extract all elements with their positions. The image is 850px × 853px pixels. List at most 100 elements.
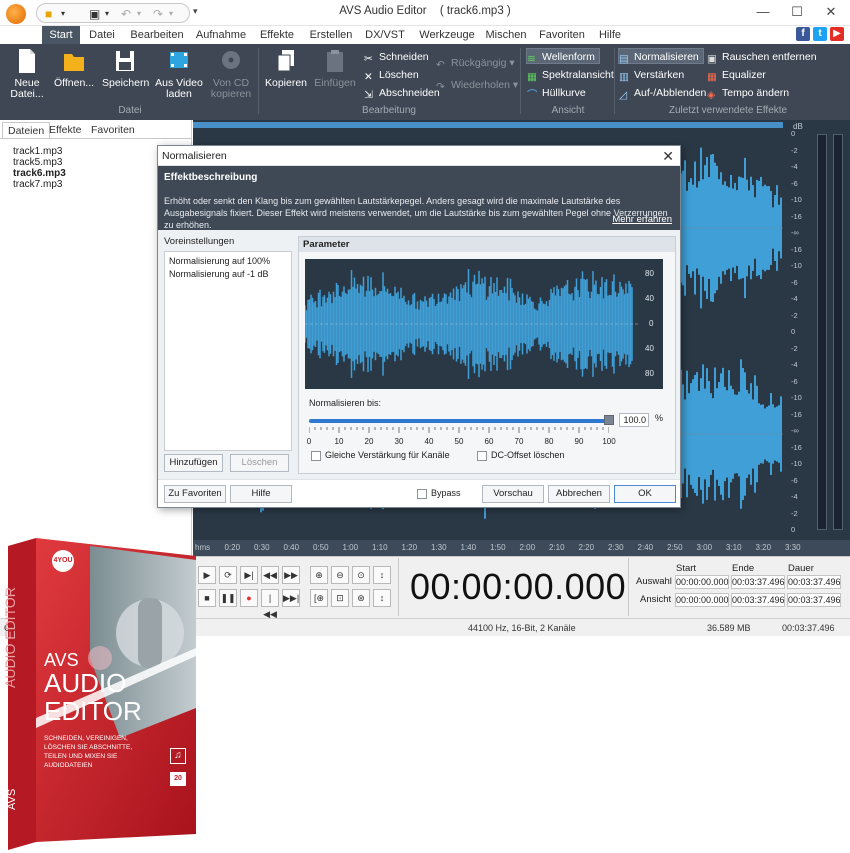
tab-files[interactable]: Dateien <box>2 122 51 138</box>
youtube-icon[interactable]: ▶ <box>830 27 844 41</box>
selection-start-field[interactable]: 00:00:00.000 <box>675 575 729 589</box>
forward-button[interactable]: ▶▶ <box>282 566 300 584</box>
ribbon-group-edit: Bearbeitung <box>362 105 416 116</box>
presets-list[interactable]: Normalisierung auf 100% Normalisierung a… <box>164 251 292 451</box>
redo-dropdown-icon[interactable]: ▾ <box>513 79 518 91</box>
zoom-full-icon[interactable]: ⊙ <box>352 566 370 584</box>
preset-item[interactable]: Normalisierung auf -1 dB <box>169 269 269 279</box>
file-item[interactable]: track5.mp3 <box>13 157 62 168</box>
zoom-selection-icon[interactable]: [⊕ <box>310 589 328 607</box>
pause-button[interactable]: ❚❚ <box>219 589 237 607</box>
tab-erstellen[interactable]: Erstellen <box>306 26 356 44</box>
tab-aufnahme[interactable]: Aufnahme <box>194 26 248 44</box>
selection-end-field[interactable]: 00:03:37.496 <box>731 575 785 589</box>
close-icon[interactable]: ✕ <box>662 148 674 165</box>
time-tick: 1:20 <box>401 543 418 552</box>
tab-dxvst[interactable]: DX/VST <box>362 26 408 44</box>
preview-button[interactable]: Vorschau <box>482 485 544 503</box>
spectral-view-button[interactable]: ▦ Spektralansicht <box>527 67 614 83</box>
delete-button[interactable]: ✕ Löschen <box>364 67 419 83</box>
cut-button[interactable]: ✂ Schneiden <box>364 49 429 65</box>
tab-favorites[interactable]: Favoriten <box>86 122 140 138</box>
paste-button[interactable]: Einfügen <box>312 48 358 89</box>
normalize-slider-thumb[interactable] <box>604 415 614 425</box>
view-start-field[interactable]: 00:00:00.000 <box>675 593 729 607</box>
zoom-fit-icon[interactable]: ⊡ <box>331 589 349 607</box>
fade-effect-button[interactable]: ◿ Auf-/Abblenden <box>619 85 706 101</box>
minimize-button[interactable]: — <box>746 3 780 21</box>
tab-start[interactable]: Start <box>42 26 80 44</box>
view-end-field[interactable]: 00:03:37.496 <box>731 593 785 607</box>
delete-preset-button[interactable]: Löschen <box>230 454 289 472</box>
tab-favoriten[interactable]: Favoriten <box>536 26 588 44</box>
go-to-end-button[interactable]: ▶▶| <box>282 589 300 607</box>
file-item[interactable]: track7.mp3 <box>13 179 62 190</box>
product-box: 4YOU AVS AUDIO EDITOR SCHNEIDEN, VEREINI… <box>0 538 200 850</box>
zoom-vertical-icon[interactable]: ↕ <box>373 566 391 584</box>
rewind-button[interactable]: ◀◀ <box>261 566 279 584</box>
tab-effekte[interactable]: Effekte <box>255 26 299 44</box>
new-file-button[interactable]: Neue Datei... <box>6 48 48 100</box>
noise-removal-button[interactable]: ▣ Rauschen entfernen <box>707 49 817 65</box>
overview-strip[interactable] <box>193 122 783 128</box>
add-preset-button[interactable]: Hinzufügen <box>164 454 223 472</box>
copy-button[interactable]: Kopieren <box>264 48 308 89</box>
file-item-active[interactable]: track6.mp3 <box>13 168 66 179</box>
box-side-brand: AVS <box>6 788 18 810</box>
normalize-slider-track[interactable] <box>309 419 609 423</box>
preset-item[interactable]: Normalisierung auf 100% <box>169 256 270 266</box>
open-button[interactable]: Öffnen... <box>52 48 96 89</box>
tab-datei[interactable]: Datei <box>85 26 119 44</box>
add-to-favorites-button[interactable]: Zu Favoriten <box>164 485 226 503</box>
waveform-view-button[interactable]: ≋ Wellenform <box>526 48 600 65</box>
zoom-out-icon[interactable]: ⊖ <box>331 566 349 584</box>
tab-hilfe[interactable]: Hilfe <box>594 26 626 44</box>
learn-more-link[interactable]: Mehr erfahren <box>612 214 672 225</box>
copy-from-cd-button[interactable]: Von CD kopieren <box>208 48 254 100</box>
tab-bearbeiten[interactable]: Bearbeiten <box>126 26 188 44</box>
envelope-view-button[interactable]: ⌒ Hüllkurve <box>527 85 586 101</box>
zoom-reset-icon[interactable]: ⊛ <box>352 589 370 607</box>
equal-gain-checkbox[interactable] <box>311 451 321 461</box>
facebook-icon[interactable]: f <box>796 27 810 41</box>
go-to-start-button[interactable]: |◀◀ <box>261 589 279 619</box>
close-button[interactable]: ✕ <box>814 3 848 21</box>
play-selection-button[interactable]: ▶| <box>240 566 258 584</box>
timeline-ruler[interactable]: hms 0:20 0:30 0:40 0:50 1:00 1:10 1:20 1:30 1:40 1… <box>193 540 850 556</box>
record-button[interactable]: ● <box>240 589 258 607</box>
save-button[interactable]: Speichern <box>102 48 149 89</box>
stop-button[interactable]: ■ <box>198 589 216 607</box>
zoom-vertical-out-icon[interactable]: ↕ <box>373 589 391 607</box>
ok-button[interactable]: OK <box>614 485 676 503</box>
normalize-value-input[interactable]: 100.0 <box>619 413 649 427</box>
file-item[interactable]: track1.mp3 <box>13 146 62 157</box>
load-from-video-button[interactable]: Aus Video laden <box>154 48 204 100</box>
maximize-button[interactable]: ☐ <box>780 3 814 21</box>
parameters-panel: Parameter 80 40 0 40 80 Normalisieren bi… <box>298 236 676 474</box>
tab-mischen[interactable]: Mischen <box>484 26 528 44</box>
db-tick: -6 <box>791 475 798 485</box>
view-duration-field[interactable]: 00:03:37.496 <box>787 593 841 607</box>
db-tick: -16 <box>791 409 802 419</box>
trim-button[interactable]: ⇲ Abschneiden <box>364 85 440 101</box>
cancel-button[interactable]: Abbrechen <box>548 485 610 503</box>
play-button[interactable]: ▶ <box>198 566 216 584</box>
tempo-change-button[interactable]: ◈ Tempo ändern <box>707 85 789 101</box>
undo-dropdown-icon[interactable]: ▾ <box>509 57 514 69</box>
undo-button[interactable]: ↶ Rückgängig ▾ <box>436 55 515 71</box>
zoom-in-icon[interactable]: ⊕ <box>310 566 328 584</box>
time-tick: 2:20 <box>578 543 595 552</box>
tab-werkzeuge[interactable]: Werkzeuge <box>416 26 478 44</box>
equalizer-button[interactable]: ▦ Equalizer <box>707 67 766 83</box>
selection-duration-field[interactable]: 00:03:37.496 <box>787 575 841 589</box>
amplify-effect-button[interactable]: ▥ Verstärken <box>619 67 684 83</box>
redo-button[interactable]: ↷ Wiederholen ▾ <box>436 77 518 93</box>
bypass-checkbox[interactable] <box>417 489 427 499</box>
tab-effects[interactable]: Effekte <box>44 122 87 138</box>
dc-offset-checkbox[interactable] <box>477 451 487 461</box>
twitter-icon[interactable]: t <box>813 27 827 41</box>
loop-button[interactable]: ⟳ <box>219 566 237 584</box>
help-button[interactable]: Hilfe <box>230 485 292 503</box>
normalize-effect-button[interactable]: ▤ Normalisieren <box>618 48 704 65</box>
preview-waveform-svg <box>304 268 639 380</box>
